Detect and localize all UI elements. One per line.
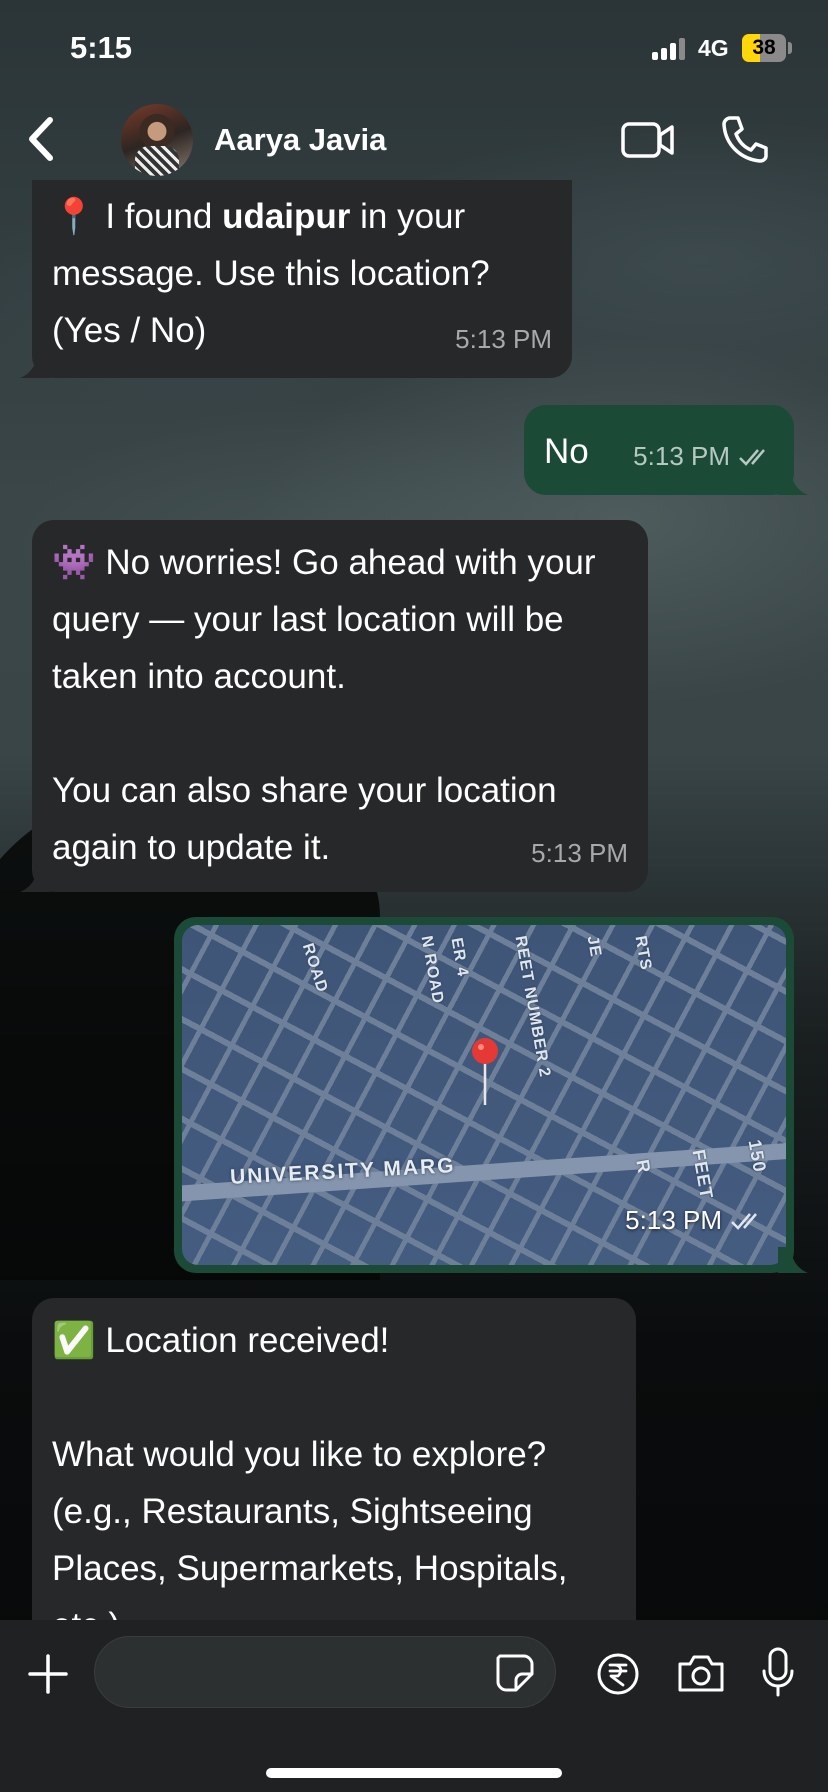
message-composer	[0, 1620, 828, 1792]
message-meta: 5:13 PM	[633, 428, 774, 485]
map-label: ER 4	[447, 936, 472, 979]
message-input[interactable]	[94, 1636, 556, 1708]
back-chevron-icon[interactable]	[22, 114, 62, 164]
message-bubble-incoming[interactable]: 📍 I found udaipur in your message. Use t…	[20, 180, 572, 378]
bubble-tail	[20, 866, 50, 892]
map-pin-icon	[472, 1038, 498, 1105]
plus-icon[interactable]	[26, 1652, 70, 1696]
chat-header: Aarya Javia	[0, 100, 828, 184]
camera-icon[interactable]	[676, 1652, 726, 1694]
detected-location: udaipur	[222, 197, 351, 236]
read-receipt-icon	[739, 448, 765, 466]
alien-emoji: 👾	[52, 543, 96, 582]
bubble-tail	[778, 469, 808, 495]
message-meta: 5:13 PM	[531, 825, 628, 882]
home-indicator[interactable]	[266, 1768, 562, 1778]
network-type: 4G	[698, 35, 729, 61]
message-time: 5:13 PM	[633, 441, 730, 471]
read-receipt-icon	[731, 1212, 757, 1230]
message-text: ✅ Location received! What would you like…	[52, 1312, 616, 1654]
message-time: 5:13 PM	[625, 1205, 722, 1235]
message-meta: 5:13 PM	[625, 1192, 766, 1249]
battery-icon: 38	[742, 34, 786, 62]
status-time: 5:15	[70, 30, 133, 65]
message-time: 5:13 PM	[455, 324, 552, 354]
message-bubble-outgoing[interactable]: No 5:13 PM	[524, 405, 808, 495]
map-label: UNIVERSITY MARG	[229, 1154, 457, 1189]
message-bubble-incoming[interactable]: ✅ Location received! What would you like…	[32, 1298, 636, 1645]
map-label: ROAD	[298, 941, 331, 996]
message-time: 5:13 PM	[531, 838, 628, 868]
signal-icon	[652, 38, 688, 60]
bubble-tail	[20, 352, 50, 378]
contact-name[interactable]: Aarya Javia	[214, 122, 386, 158]
map-label: REET NUMBER 2	[511, 934, 554, 1079]
message-meta: 5:13 PM	[455, 311, 552, 368]
battery-level: 38	[752, 36, 776, 59]
video-call-icon[interactable]	[620, 118, 676, 162]
bubble-tail	[778, 1247, 808, 1273]
location-map-preview[interactable]: ROAD N ROAD ER 4 REET NUMBER 2 JE RTS UN…	[182, 925, 786, 1265]
rupee-payment-icon[interactable]	[596, 1652, 640, 1696]
check-emoji: ✅	[52, 1321, 96, 1360]
pin-emoji: 📍	[52, 197, 96, 236]
sticker-icon[interactable]	[494, 1652, 536, 1694]
microphone-icon[interactable]	[760, 1646, 796, 1698]
avatar[interactable]	[121, 104, 193, 176]
location-message[interactable]: ROAD N ROAD ER 4 REET NUMBER 2 JE RTS UN…	[174, 917, 808, 1273]
phone-call-icon[interactable]	[720, 114, 768, 164]
status-bar: 5:15 4G 38	[0, 0, 828, 100]
message-bubble-incoming[interactable]: 👾 No worries! Go ahead with your query —…	[20, 520, 648, 892]
